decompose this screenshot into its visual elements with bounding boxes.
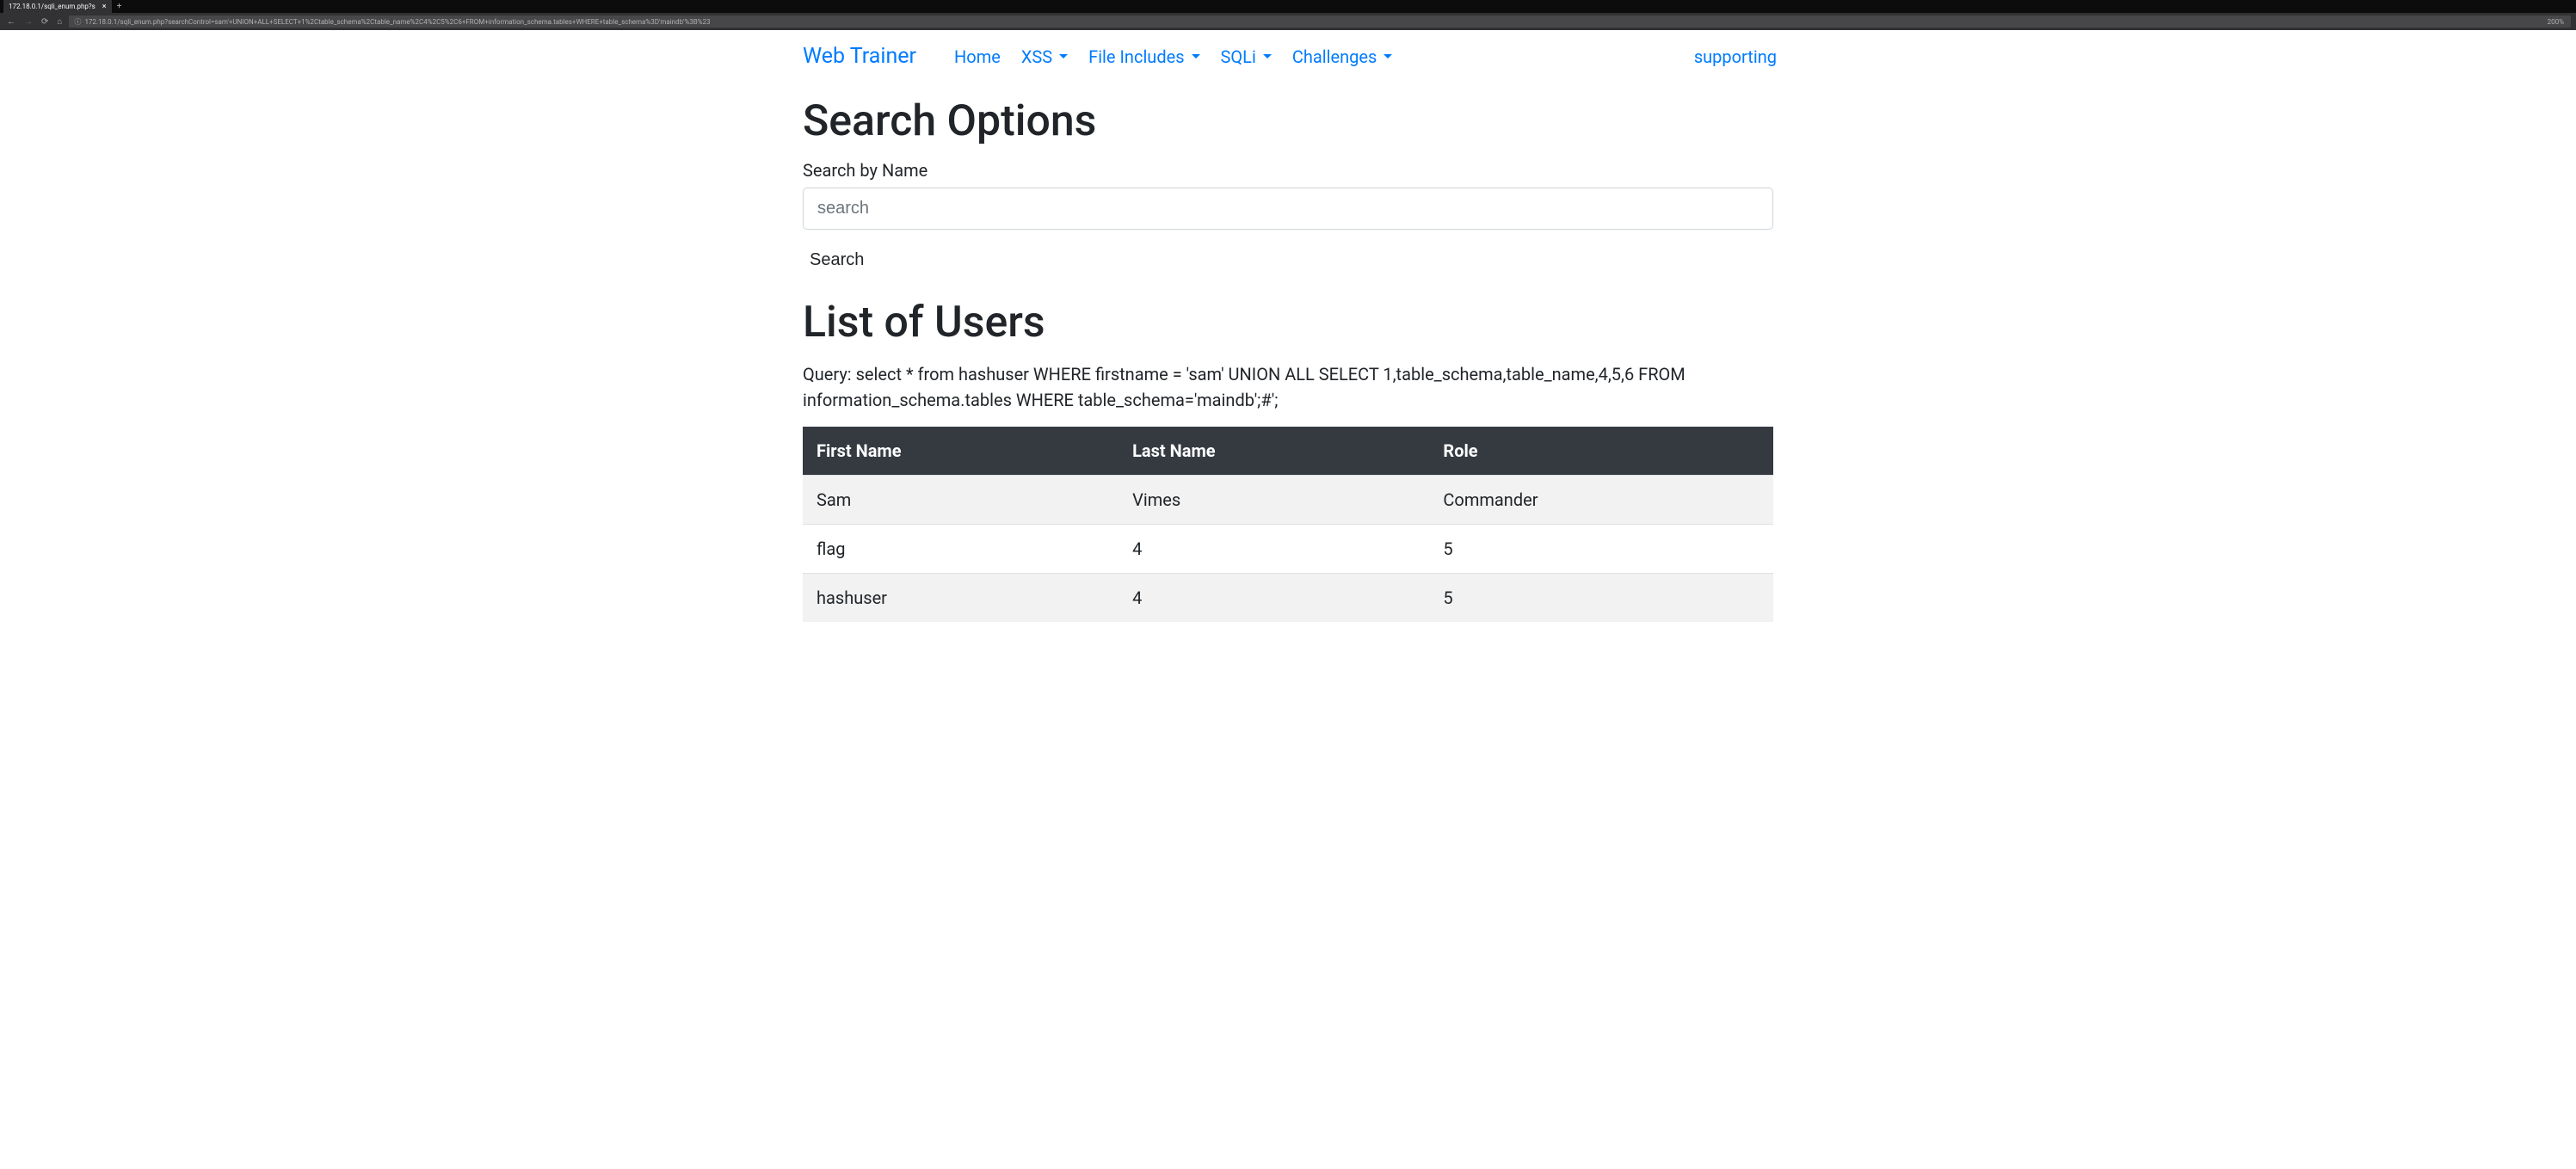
cell-last-name: 4 (1119, 525, 1429, 574)
back-button[interactable]: ← (5, 17, 17, 27)
table-row: flag 4 5 (803, 525, 1773, 574)
column-header: Last Name (1119, 427, 1429, 476)
cell-role: 5 (1429, 574, 1773, 623)
browser-tab[interactable]: 172.18.0.1/sqli_enum.php?s × (3, 0, 112, 13)
nav-label: SQLi (1221, 46, 1256, 67)
nav-label: Home (954, 46, 1001, 67)
forward-button[interactable]: → (22, 17, 34, 27)
cell-role: Commander (1429, 476, 1773, 525)
table-body: Sam Vimes Commander flag 4 5 hashuser 4 … (803, 476, 1773, 623)
zoom-indicator[interactable]: 200% (2548, 18, 2566, 26)
url-bar[interactable]: ⓘ 172.18.0.1/sqli_enum.php?searchControl… (69, 15, 2571, 28)
tab-bar: 172.18.0.1/sqli_enum.php?s × + (0, 0, 2576, 13)
reload-button[interactable]: ⟳ (40, 17, 50, 27)
query-text: Query: select * from hashuser WHERE firs… (803, 361, 1773, 413)
nav-link-sqli[interactable]: SQLi (1211, 40, 1282, 74)
nav-label: XSS (1021, 46, 1052, 67)
chevron-down-icon (1192, 54, 1200, 58)
cell-first-name: Sam (803, 476, 1119, 525)
search-input[interactable] (803, 188, 1773, 230)
table-header: First Name Last Name Role (803, 427, 1773, 476)
table-row: Sam Vimes Commander (803, 476, 1773, 525)
search-heading: Search Options (803, 96, 1773, 146)
nav-label: File Includes (1088, 46, 1184, 67)
nav-link-xss[interactable]: XSS (1011, 40, 1078, 74)
nav-link-file-includes[interactable]: File Includes (1078, 40, 1210, 74)
nav-link-challenges[interactable]: Challenges (1282, 40, 1402, 74)
navbar: Web Trainer Home XSS File Includes SQLi … (789, 30, 1787, 83)
browser-toolbar: ← → ⟳ ⌂ ⓘ 172.18.0.1/sqli_enum.php?searc… (0, 13, 2576, 30)
column-header: Role (1429, 427, 1773, 476)
home-button[interactable]: ⌂ (55, 17, 64, 27)
url-text: 172.18.0.1/sqli_enum.php?searchControl=s… (84, 18, 710, 26)
cell-last-name: 4 (1119, 574, 1429, 623)
cell-role: 5 (1429, 525, 1773, 574)
cell-first-name: hashuser (803, 574, 1119, 623)
info-icon: ⓘ (74, 17, 81, 27)
main-container: Search Options Search by Name Search Lis… (789, 96, 1787, 622)
nav-label: Challenges (1292, 46, 1377, 67)
nav-items: Home XSS File Includes SQLi Challenges s… (944, 40, 1787, 74)
navbar-brand[interactable]: Web Trainer (789, 37, 930, 76)
tab-title: 172.18.0.1/sqli_enum.php?s (9, 3, 96, 10)
chevron-down-icon (1059, 54, 1068, 58)
chevron-down-icon (1384, 54, 1392, 58)
search-button[interactable]: Search (803, 243, 864, 277)
page-content: Web Trainer Home XSS File Includes SQLi … (0, 30, 2576, 622)
chevron-down-icon (1263, 54, 1272, 58)
cell-last-name: Vimes (1119, 476, 1429, 525)
search-label: Search by Name (803, 160, 1773, 181)
close-icon[interactable]: × (102, 3, 107, 11)
browser-chrome: 172.18.0.1/sqli_enum.php?s × + ← → ⟳ ⌂ ⓘ… (0, 0, 2576, 30)
results-heading: List of Users (803, 298, 1773, 348)
new-tab-button[interactable]: + (112, 2, 127, 11)
nav-link-supporting[interactable]: supporting (1684, 40, 1787, 74)
nav-link-home[interactable]: Home (944, 40, 1011, 74)
users-table: First Name Last Name Role Sam Vimes Comm… (803, 427, 1773, 622)
column-header: First Name (803, 427, 1119, 476)
table-row: hashuser 4 5 (803, 574, 1773, 623)
cell-first-name: flag (803, 525, 1119, 574)
